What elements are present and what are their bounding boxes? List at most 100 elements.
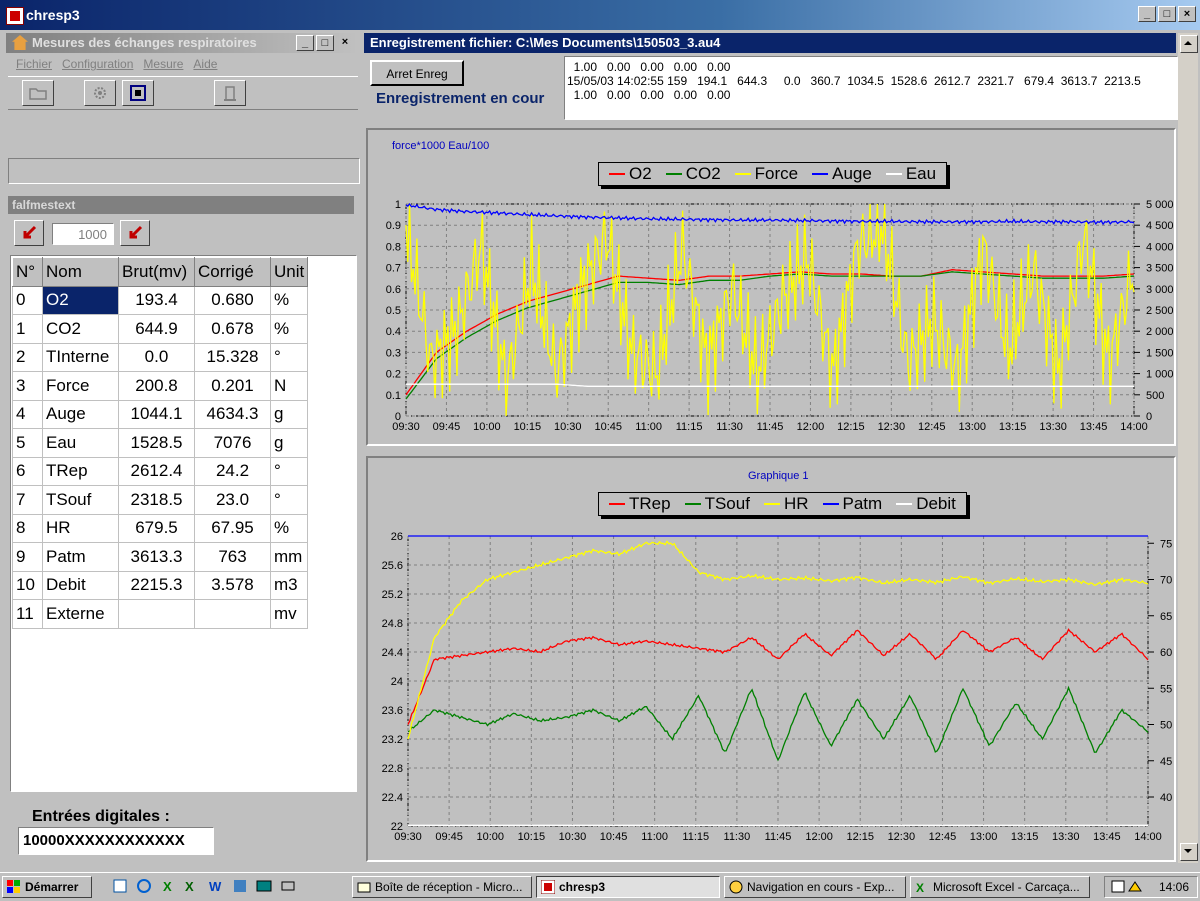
table-row[interactable]: 0 O2 193.4 0.680% [12, 285, 309, 315]
table-cell[interactable]: 11 [12, 599, 43, 629]
table-cell[interactable]: 0.680 [194, 285, 271, 315]
scroll-down-button[interactable] [1180, 843, 1198, 861]
table-cell[interactable]: 23.0 [194, 485, 271, 515]
stop-recording-button[interactable]: Arret Enreg [370, 60, 464, 86]
col-header[interactable]: N° [12, 257, 43, 287]
table-cell[interactable] [118, 599, 195, 629]
table-cell[interactable]: 3 [12, 371, 43, 401]
col-header[interactable]: Brut(mv) [118, 257, 195, 287]
table-cell[interactable]: 5 [12, 428, 43, 458]
table-cell[interactable]: HR [42, 513, 119, 543]
left-minimize-button[interactable]: _ [296, 35, 314, 51]
table-cell[interactable]: 24.2 [194, 456, 271, 486]
table-cell[interactable]: Patm [42, 542, 119, 572]
table-cell[interactable]: g [269, 428, 309, 458]
table-cell[interactable]: 644.9 [118, 314, 195, 344]
menu-fichier[interactable]: Fichier [16, 57, 52, 71]
excel-icon[interactable]: X [184, 878, 200, 894]
menu-mesure[interactable]: Mesure [143, 57, 183, 71]
table-cell[interactable]: 679.5 [118, 513, 195, 543]
table-cell[interactable]: 8 [12, 513, 43, 543]
table-cell[interactable]: Externe [42, 599, 119, 629]
start-button[interactable]: Démarrer [2, 876, 92, 898]
table-cell[interactable]: 7 [12, 485, 43, 515]
table-cell[interactable]: 2318.5 [118, 485, 195, 515]
table-row[interactable]: 8 HR 679.5 67.95% [12, 513, 309, 543]
table-cell[interactable]: Auge [42, 399, 119, 429]
table-cell[interactable]: m3 [269, 570, 309, 600]
table-row[interactable]: 6 TRep 2612.4 24.2 ° [12, 456, 309, 486]
interval-input[interactable]: 1000 [52, 223, 114, 245]
table-cell[interactable]: % [269, 285, 309, 315]
table-cell[interactable]: 0 [12, 285, 43, 315]
word-icon[interactable]: W [208, 878, 224, 894]
table-row[interactable]: 1 CO2 644.9 0.678% [12, 314, 309, 344]
table-cell[interactable]: ° [269, 342, 309, 372]
table-cell[interactable]: 193.4 [118, 285, 195, 315]
table-cell[interactable]: 2 [12, 342, 43, 372]
open-folder-button[interactable] [22, 80, 54, 106]
table-cell[interactable]: 4634.3 [194, 399, 271, 429]
left-close-button[interactable]: × [336, 35, 354, 51]
table-cell[interactable]: 3613.3 [118, 542, 195, 572]
app-icon[interactable] [232, 878, 248, 894]
task-explorer[interactable]: Navigation en cours - Exp... [724, 876, 906, 898]
table-cell[interactable]: 1 [12, 314, 43, 344]
monitor-icon[interactable] [256, 878, 272, 894]
menu-configuration[interactable]: Configuration [62, 57, 133, 71]
table-row[interactable]: 2 TInterne 0.0 15.328 ° [12, 342, 309, 372]
task-excel[interactable]: X Microsoft Excel - Carcaça... [910, 876, 1090, 898]
table-cell[interactable]: Debit [42, 570, 119, 600]
table-cell[interactable]: CO2 [42, 314, 119, 344]
settings-button[interactable] [84, 80, 116, 106]
table-cell[interactable]: 0.678 [194, 314, 271, 344]
tray-icons[interactable] [1111, 879, 1145, 895]
table-cell[interactable]: TRep [42, 456, 119, 486]
table-cell[interactable]: % [269, 314, 309, 344]
excel-icon[interactable]: X [160, 878, 176, 894]
table-row[interactable]: 9 Patm 3613.3 763 mm [12, 542, 309, 572]
arrow-right-button[interactable] [120, 220, 150, 246]
table-cell[interactable]: Eau [42, 428, 119, 458]
table-cell[interactable]: ° [269, 456, 309, 486]
table-cell[interactable]: 67.95 [194, 513, 271, 543]
table-cell[interactable]: O2 [42, 285, 119, 315]
table-cell[interactable]: ° [269, 485, 309, 515]
col-header[interactable]: Corrigé [194, 257, 271, 287]
table-cell[interactable]: 6 [12, 456, 43, 486]
task-inbox[interactable]: Boîte de réception - Micro... [352, 876, 532, 898]
table-row[interactable]: 4 Auge 1044.1 4634.3 g [12, 399, 309, 429]
table-cell[interactable]: % [269, 513, 309, 543]
record-button[interactable] [122, 80, 154, 106]
scroll-up-button[interactable] [1180, 35, 1198, 53]
menu-aide[interactable]: Aide [193, 57, 217, 71]
table-row[interactable]: 11 Externe mv [12, 599, 309, 629]
left-maximize-button[interactable]: □ [316, 35, 334, 51]
arrow-left-button[interactable] [14, 220, 44, 246]
table-row[interactable]: 3 Force 200.8 0.201 N [12, 371, 309, 401]
col-header[interactable]: Unit [269, 257, 309, 287]
table-cell[interactable]: 10 [12, 570, 43, 600]
table-cell[interactable]: 15.328 [194, 342, 271, 372]
table-cell[interactable]: 1044.1 [118, 399, 195, 429]
table-cell[interactable]: 200.8 [118, 371, 195, 401]
table-cell[interactable]: mv [269, 599, 309, 629]
table-cell[interactable] [194, 599, 271, 629]
table-cell[interactable]: TInterne [42, 342, 119, 372]
task-chresp3[interactable]: chresp3 [536, 876, 720, 898]
building-button[interactable] [214, 80, 246, 106]
table-cell[interactable]: TSouf [42, 485, 119, 515]
table-cell[interactable]: 4 [12, 399, 43, 429]
table-cell[interactable]: mm [269, 542, 309, 572]
table-cell[interactable]: 1528.5 [118, 428, 195, 458]
table-cell[interactable]: 763 [194, 542, 271, 572]
table-cell[interactable]: 2215.3 [118, 570, 195, 600]
close-button[interactable]: × [1178, 6, 1196, 22]
table-cell[interactable]: 9 [12, 542, 43, 572]
table-row[interactable]: 10 Debit 2215.3 3.578 m3 [12, 570, 309, 600]
table-cell[interactable]: 0.0 [118, 342, 195, 372]
table-cell[interactable]: 2612.4 [118, 456, 195, 486]
table-row[interactable]: 5 Eau 1528.5 7076 g [12, 428, 309, 458]
table-cell[interactable]: 3.578 [194, 570, 271, 600]
desktop-icon[interactable] [280, 878, 296, 894]
